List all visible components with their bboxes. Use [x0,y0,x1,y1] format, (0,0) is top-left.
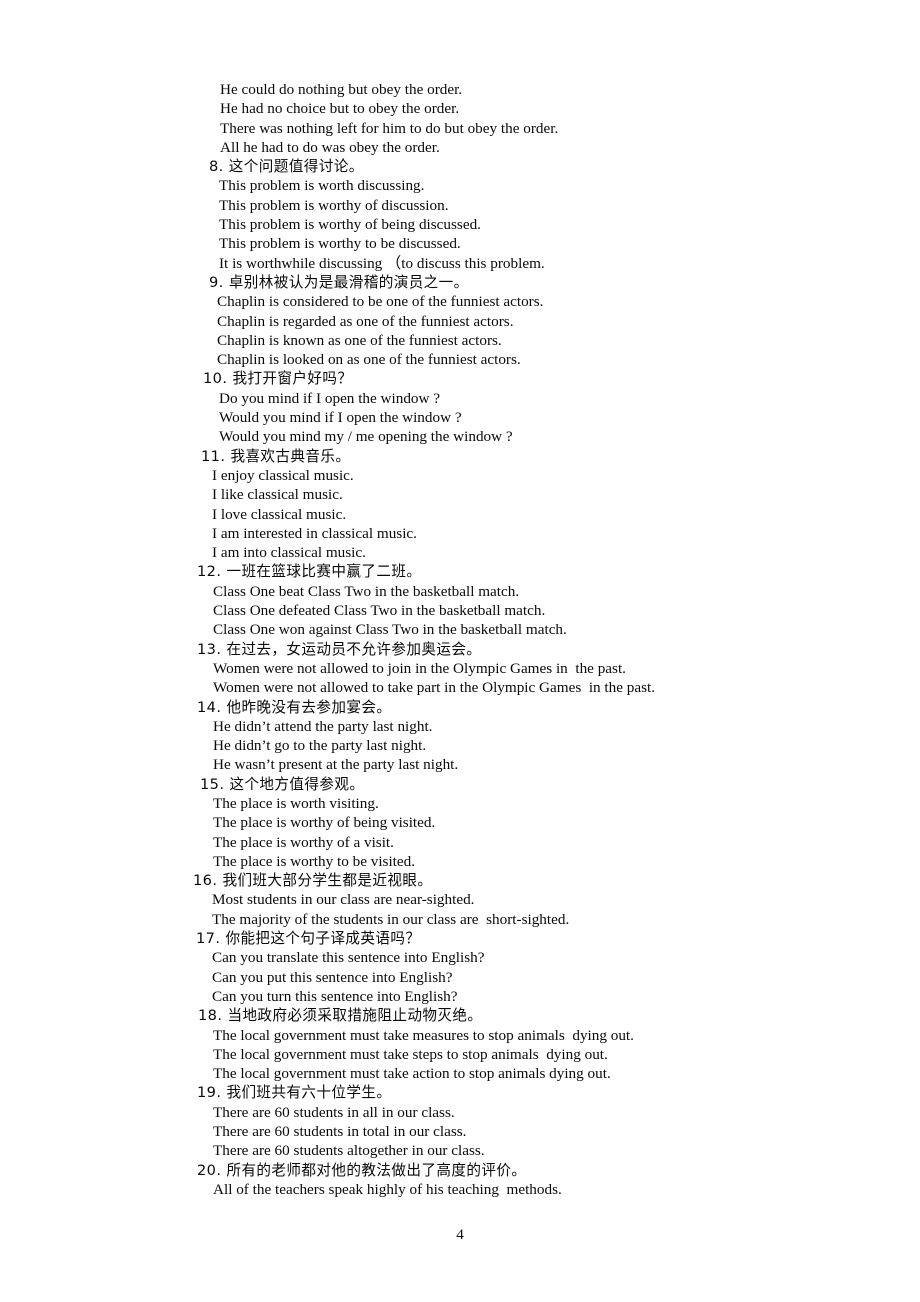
item-prompt-line: 11. 我喜欢古典音乐。 [201,447,351,465]
page-number: 4 [456,1226,464,1243]
item-answer-line: This problem is worthy to be discussed. [219,235,461,253]
item-answer-line: The local government must take action to… [213,1065,611,1083]
item-prompt-line: 8. 这个问题值得讨论。 [209,158,364,176]
document-page: He could do nothing but obey the order. H… [0,0,920,1302]
continued-item: He could do nothing but obey the order. H… [0,80,920,157]
item-answer-line: Do you mind if I open the window ? [219,389,441,407]
item-prompt-line: 14. 他昨晚没有去参加宴会。 [197,698,392,716]
item-answer-line: He wasn’t present at the party last nigh… [213,756,459,774]
page-content: He could do nothing but obey the order. H… [0,80,920,1199]
item-answer-line: The majority of the students in our clas… [212,910,570,928]
item-answer-line: Would you mind if I open the window ? [219,409,462,427]
item-answer-line: There are 60 students in all in our clas… [213,1103,455,1121]
exercise-item: 10. 我打开窗户好吗？ Do you mind if I open the wi… [0,369,920,446]
item-answer-line: I like classical music. [212,486,343,504]
item-prompt-line: 12. 一班在篮球比赛中赢了二班。 [197,563,422,581]
item-answer-line: Class One beat Class Two in the basketba… [213,582,520,600]
item-answer-line: Chaplin is known as one of the funniest … [217,331,502,349]
exercise-item: 20. 所有的老师都对他的教法做出了高度的评价。 All of the teach… [0,1161,920,1200]
item-answer-line: The place is worthy of a visit. [213,833,394,851]
exercise-item: 18. 当地政府必须采取措施阻止动物灭绝。 The local governmen… [0,1006,920,1083]
item-answer-line: Chaplin is looked on as one of the funni… [217,351,521,369]
item-answer-line: Can you translate this sentence into Eng… [212,949,485,967]
exercise-item: 15. 这个地方值得参观。 The place is worth visiting… [0,775,920,871]
item-answer-line: There are 60 students altogether in our … [213,1142,485,1160]
continued-answer-line: All he had to do was obey the order. [220,138,440,156]
item-answer-line: I am into classical music. [212,544,366,562]
exercise-item: 9. 卓别林被认为是最滑稽的演员之一。 Chaplin is considered… [0,273,920,369]
exercise-item: 8. 这个问题值得讨论。 This problem is worth discus… [0,157,920,273]
item-answer-line: Can you put this sentence into English? [212,968,453,986]
item-prompt-line: 20. 所有的老师都对他的教法做出了高度的评价。 [197,1161,527,1179]
item-answer-line: There are 60 students in total in our cl… [213,1123,467,1141]
item-prompt-line: 18. 当地政府必须采取措施阻止动物灭绝。 [198,1007,483,1025]
item-prompt-line: 9. 卓别林被认为是最滑稽的演员之一。 [209,273,469,291]
item-answer-line: Most students in our class are near-sigh… [212,891,475,909]
item-answer-line: This problem is worth discussing. [219,177,425,195]
item-prompt-line: 17. 你能把这个句子译成英语吗？ [196,930,421,948]
item-answer-line: The local government must take steps to … [213,1045,608,1063]
item-answer-line: The place is worthy to be visited. [213,852,416,870]
item-answer-line: It is worthwhile discussing （to discuss … [219,254,545,272]
item-answer-line: I enjoy classical music. [212,466,354,484]
exercise-item: 12. 一班在篮球比赛中赢了二班。 Class One beat Class Tw… [0,562,920,639]
item-answer-line: Women were not allowed to take part in t… [213,679,656,697]
exercise-item: 11. 我喜欢古典音乐。 I enjoy classical music. I li… [0,447,920,563]
item-answer-line: The local government must take measures … [213,1026,634,1044]
continued-answer-line: There was nothing left for him to do but… [220,119,559,137]
item-answer-line: He didn’t attend the party last night. [213,717,433,735]
item-answer-line: He didn’t go to the party last night. [213,737,427,755]
continued-answer-line: He had no choice but to obey the order. [220,100,460,118]
item-answer-line: Can you turn this sentence into English? [212,987,458,1005]
item-answer-line: This problem is worthy of discussion. [219,196,449,214]
item-answer-line: This problem is worthy of being discusse… [219,216,481,234]
item-prompt-line: 19. 我们班共有六十位学生。 [197,1084,392,1102]
item-answer-line: I am interested in classical music. [212,524,417,542]
exercise-item: 14. 他昨晚没有去参加宴会。 He didn’t attend the part… [0,698,920,775]
item-answer-line: Would you mind my / me opening the windo… [219,428,513,446]
item-answer-line: All of the teachers speak highly of his … [213,1180,562,1198]
item-prompt-line: 16. 我们班大部分学生都是近视眼。 [193,872,433,890]
item-answer-line: The place is worth visiting. [213,794,379,812]
item-answer-line: I love classical music. [212,505,347,523]
item-prompt-line: 10. 我打开窗户好吗？ [203,370,353,388]
exercise-item: 13. 在过去，女运动员不允许参加奥运会。 Women were not allo… [0,640,920,698]
item-answer-line: Chaplin is considered to be one of the f… [217,293,544,311]
continued-answer-line: He could do nothing but obey the order. [220,81,463,98]
item-prompt-line: 15. 这个地方值得参观。 [200,775,365,793]
exercise-item: 17. 你能把这个句子译成英语吗？ Can you translate this … [0,929,920,1006]
exercise-item: 19. 我们班共有六十位学生。 There are 60 students in … [0,1083,920,1160]
exercise-item: 16. 我们班大部分学生都是近视眼。 Most students in our c… [0,871,920,929]
item-answer-line: Chaplin is regarded as one of the funnie… [217,312,514,330]
item-answer-line: The place is worthy of being visited. [213,814,436,832]
item-answer-line: Class One defeated Class Two in the bask… [213,602,546,620]
item-answer-line: Class One won against Class Two in the b… [213,621,567,639]
item-prompt-line: 13. 在过去，女运动员不允许参加奥运会。 [197,640,482,658]
item-answer-line: Women were not allowed to join in the Ol… [213,659,626,677]
